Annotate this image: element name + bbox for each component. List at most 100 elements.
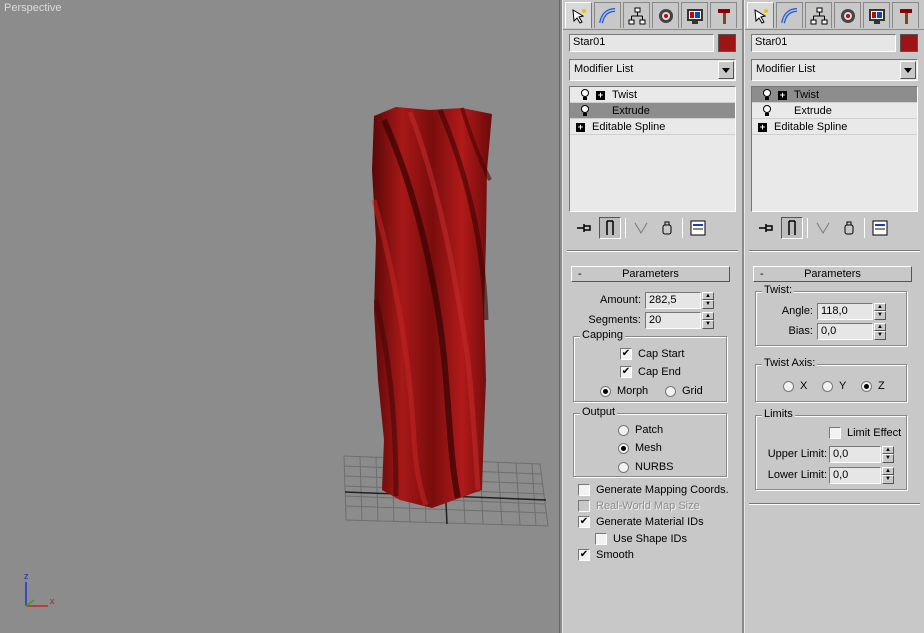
make-unique-button[interactable] <box>630 217 652 239</box>
motion-tab[interactable] <box>834 2 861 28</box>
create-tab[interactable] <box>747 2 774 28</box>
display-icon <box>686 8 703 24</box>
modifier-list-dropdown[interactable]: Modifier List <box>751 59 918 81</box>
radio-button <box>861 380 872 392</box>
amount-input[interactable]: 282,5 <box>645 291 701 309</box>
hierarchy-tab[interactable] <box>623 2 650 28</box>
display-tab[interactable] <box>863 2 890 28</box>
expand-icon: + <box>778 90 787 100</box>
stack-item-label: Extrude <box>794 105 832 117</box>
collapse-icon: - <box>578 268 582 280</box>
display-icon <box>868 8 885 24</box>
lower-limit-spinner[interactable]: ▲ ▼ <box>882 466 894 484</box>
stack-item-label: Editable Spline <box>774 121 848 133</box>
stack-item-twist[interactable]: + Twist <box>752 87 917 103</box>
pin-stack-button[interactable] <box>755 217 777 239</box>
modifier-list-dropdown[interactable]: Modifier List <box>569 59 736 81</box>
nurbs-label: NURBS <box>635 461 674 473</box>
upper-limit-spinner[interactable]: ▲ ▼ <box>882 445 894 463</box>
modifier-stack[interactable]: + Twist Extrude + Editable Spline <box>569 86 736 212</box>
configure-modifier-sets-button[interactable] <box>869 217 891 239</box>
upper-limit-input[interactable]: 0,0 <box>829 445 881 463</box>
morph-label: Morph <box>617 385 649 397</box>
motion-icon <box>658 8 673 23</box>
bias-spinner[interactable]: ▲ ▼ <box>874 322 886 340</box>
object-color-swatch[interactable] <box>900 34 918 52</box>
modify-tab[interactable] <box>776 2 803 28</box>
make-unique-button[interactable] <box>812 217 834 239</box>
bias-input[interactable]: 0,0 <box>817 322 873 340</box>
cap-start-checkbox[interactable]: ✔ Cap Start <box>620 345 684 363</box>
limit-effect-checkbox[interactable]: Limit Effect <box>829 424 901 442</box>
grid-label: Grid <box>682 385 703 397</box>
remove-modifier-button[interactable] <box>838 217 860 239</box>
segments-input[interactable]: 20 <box>645 311 701 329</box>
nurbs-radio[interactable]: NURBS <box>618 458 674 476</box>
lower-limit-label: Lower Limit: <box>767 469 827 481</box>
chevron-down-icon[interactable] <box>900 61 916 79</box>
axis-x-label: X <box>800 380 808 392</box>
remove-modifier-button[interactable] <box>656 217 678 239</box>
radio-button <box>822 380 833 392</box>
axis-x-radio[interactable]: X <box>783 377 807 395</box>
expand-icon: + <box>596 90 605 100</box>
stack-item-extrude[interactable]: Extrude <box>570 103 735 119</box>
stack-item-twist[interactable]: + Twist <box>570 87 735 103</box>
radio-button <box>618 442 629 454</box>
mesh-label: Mesh <box>635 442 662 454</box>
stack-item-extrude[interactable]: Extrude <box>752 103 917 119</box>
cap-start-label: Cap Start <box>638 348 685 360</box>
amount-spinner[interactable]: ▲ ▼ <box>702 291 714 309</box>
object-name-field[interactable]: Star01 <box>751 34 896 52</box>
configure-modifier-sets-button[interactable] <box>687 217 709 239</box>
show-end-result-icon <box>788 220 796 235</box>
light-bulb-icon <box>763 105 771 116</box>
parameters-rollout-header[interactable]: - Parameters <box>571 266 730 282</box>
limits-title: Limits <box>762 408 795 420</box>
command-panel-right: Star01 Modifier List + Twist Extrude + E… <box>744 0 924 633</box>
generate-mapping-label: Generate Mapping Coords. <box>596 484 729 496</box>
motion-icon <box>840 8 855 23</box>
stack-item-editable-spline[interactable]: + Editable Spline <box>752 119 917 135</box>
utilities-tab[interactable] <box>892 2 919 28</box>
command-tabs <box>745 0 924 30</box>
axis-y-radio[interactable]: Y <box>822 377 846 395</box>
axis-z-radio[interactable]: Z <box>861 377 885 395</box>
generate-material-ids-checkbox[interactable]: ✔ Generate Material IDs <box>578 513 704 531</box>
modify-tab[interactable] <box>594 2 621 28</box>
hierarchy-tab[interactable] <box>805 2 832 28</box>
create-tab[interactable] <box>565 2 592 28</box>
show-end-result-button[interactable] <box>599 217 621 239</box>
object-color-swatch[interactable] <box>718 34 736 52</box>
command-panel-left: Star01 Modifier List + Twist Extrude + E… <box>562 0 742 633</box>
parameters-rollout-header[interactable]: - Parameters <box>753 266 912 282</box>
utilities-tab[interactable] <box>710 2 737 28</box>
patch-label: Patch <box>635 424 664 436</box>
use-shape-ids-label: Use Shape IDs <box>613 533 687 545</box>
motion-tab[interactable] <box>652 2 679 28</box>
morph-radio[interactable]: Morph <box>600 382 648 400</box>
collapse-icon: - <box>760 268 764 280</box>
radio-button <box>618 461 629 473</box>
grid-radio[interactable]: Grid <box>665 382 703 400</box>
perspective-viewport[interactable]: Perspective z x <box>0 0 560 633</box>
display-tab[interactable] <box>681 2 708 28</box>
twisted-star-object <box>371 107 492 508</box>
mesh-radio[interactable]: Mesh <box>618 439 662 457</box>
lower-limit-input[interactable]: 0,0 <box>829 466 881 484</box>
segments-spinner[interactable]: ▲ ▼ <box>702 311 714 329</box>
pin-stack-button[interactable] <box>573 217 595 239</box>
angle-spinner[interactable]: ▲ ▼ <box>874 302 886 320</box>
cap-end-checkbox[interactable]: ✔ Cap End <box>620 363 681 381</box>
chevron-down-icon[interactable] <box>718 61 734 79</box>
rollout-title: Parameters <box>622 268 679 280</box>
patch-radio[interactable]: Patch <box>618 421 663 439</box>
curve-icon <box>780 7 797 23</box>
pin-icon <box>759 224 773 232</box>
show-end-result-button[interactable] <box>781 217 803 239</box>
stack-item-editable-spline[interactable]: + Editable Spline <box>570 119 735 135</box>
angle-input[interactable]: 118,0 <box>817 302 873 320</box>
modifier-stack[interactable]: + Twist Extrude + Editable Spline <box>751 86 918 212</box>
smooth-checkbox[interactable]: ✔ Smooth <box>578 546 634 564</box>
object-name-field[interactable]: Star01 <box>569 34 714 52</box>
